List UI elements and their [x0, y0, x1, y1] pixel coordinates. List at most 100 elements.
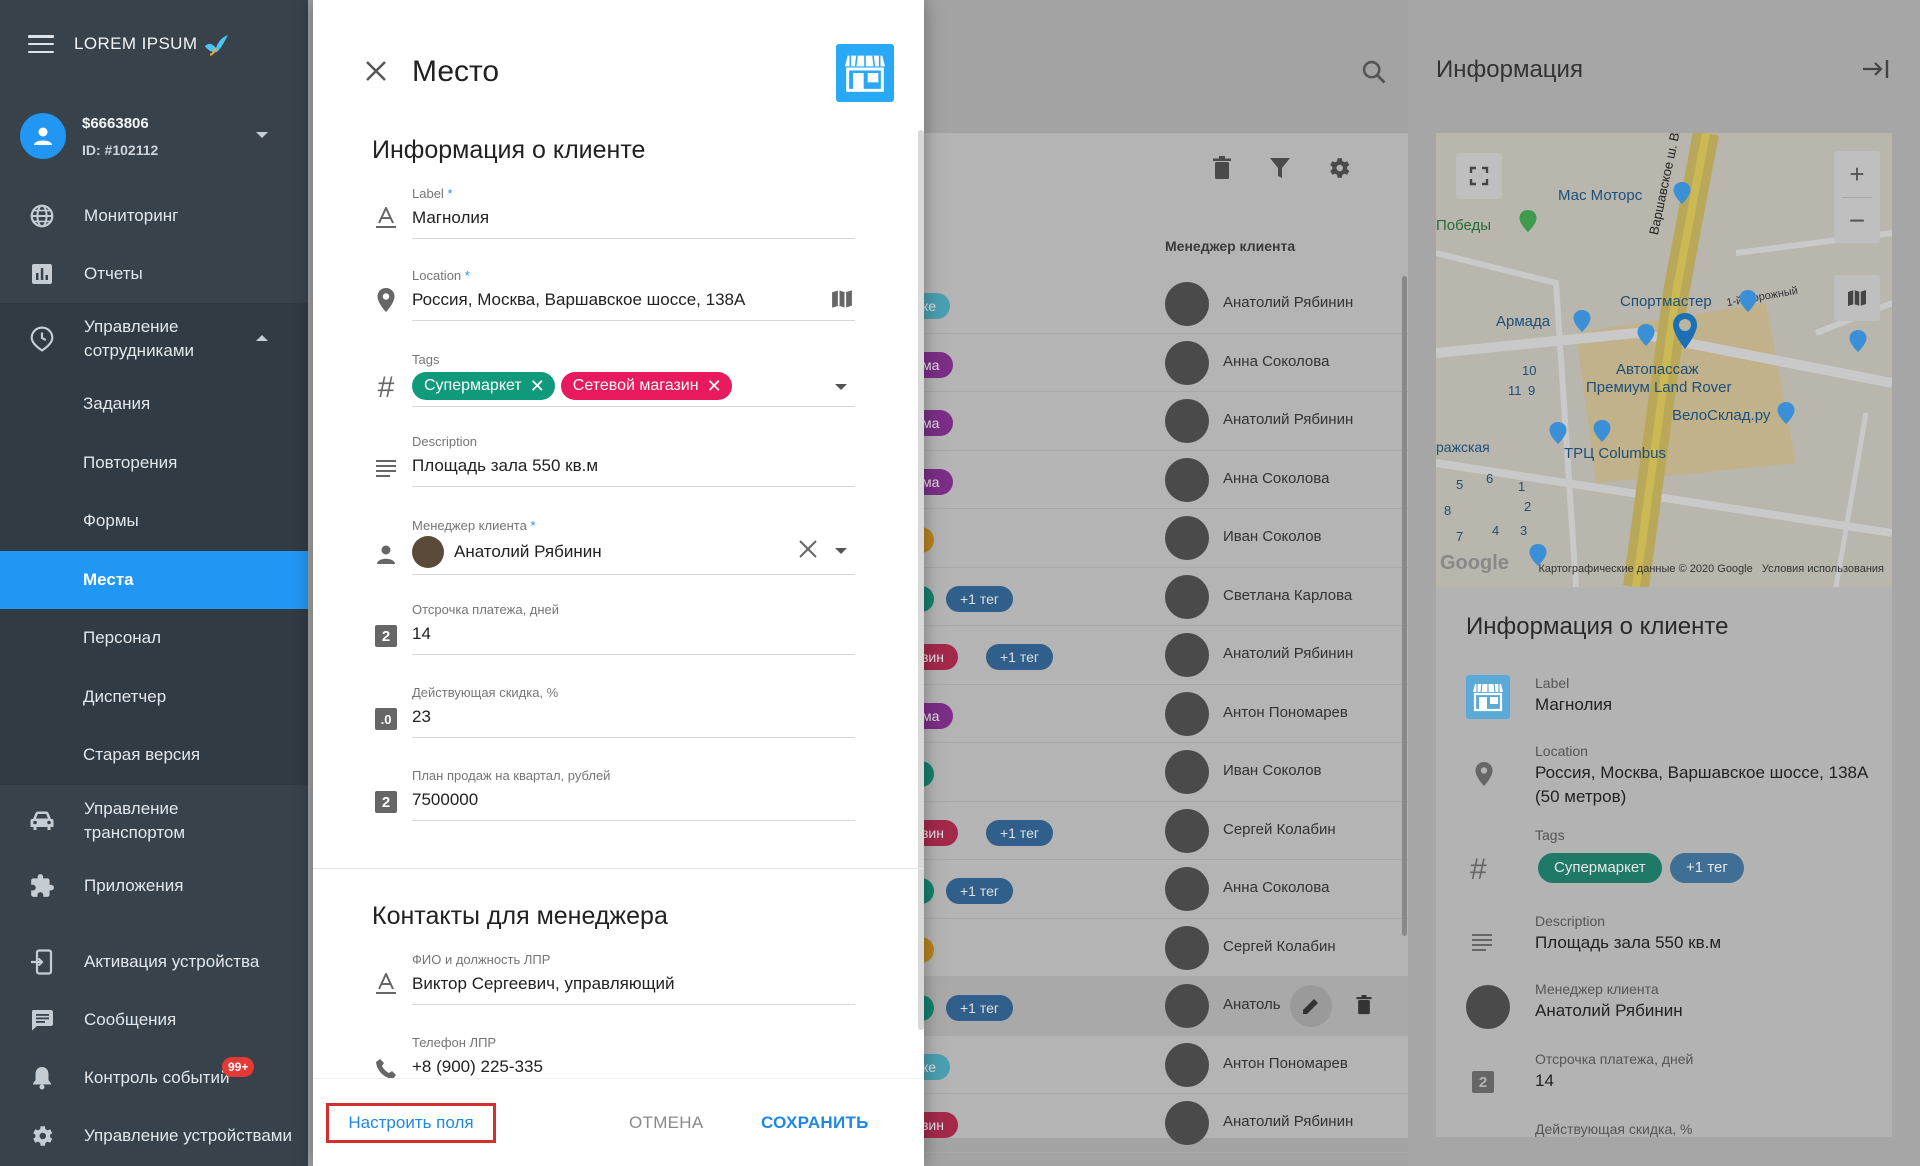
delete-icon[interactable]: [1210, 155, 1234, 186]
manager-field[interactable]: Менеджер клиента * Анатолий Рябинин: [372, 518, 855, 588]
payment-delay-field[interactable]: 2 Отсрочка платежа, дней 14: [372, 602, 855, 672]
table-scrollbar[interactable]: [1402, 276, 1407, 936]
configure-fields-button[interactable]: Настроить поля: [326, 1103, 496, 1143]
map-type-icon[interactable]: [1834, 275, 1880, 321]
table-row[interactable]: +1 тег Светлана Карлова: [900, 568, 1408, 626]
account-switcher[interactable]: $6663806 ID: #102112: [0, 88, 308, 184]
decision-maker-field[interactable]: ФИО и должность ЛПР Виктор Сергеевич, уп…: [372, 952, 855, 1022]
place-pin-icon[interactable]: [1592, 419, 1612, 443]
table-row[interactable]: ке Антон Пономарев: [908, 1036, 1408, 1094]
payment-delay-value[interactable]: 14: [412, 624, 431, 644]
manager-name: Анатоль: [1223, 996, 1281, 1013]
sales-plan-field[interactable]: 2 План продаж на квартал, рублей 7500000: [372, 768, 855, 838]
sidebar-item-staff[interactable]: Управление сотрудниками: [0, 303, 308, 375]
label-field[interactable]: Label * Магнолия: [372, 186, 855, 256]
manager-name: Иван Соколов: [1223, 528, 1322, 545]
sidebar-item-transport[interactable]: Управление транспортом: [0, 785, 308, 857]
sidebar-item-devices[interactable]: Управление устройствами: [0, 1107, 308, 1165]
sidebar-item-activation[interactable]: Активация устройства: [0, 933, 308, 991]
filter-icon[interactable]: [1268, 155, 1292, 186]
clear-icon[interactable]: [799, 540, 817, 563]
map-terms-link[interactable]: Условия использования: [1762, 563, 1884, 575]
table-row[interactable]: ма Анатолий Рябинин: [908, 392, 1408, 451]
table-row[interactable]: зин Анатолий Рябинин: [908, 1094, 1408, 1153]
sidebar-subitem-personnel[interactable]: Персонал: [0, 609, 308, 668]
settings-icon[interactable]: [1326, 155, 1352, 186]
zoom-out-icon[interactable]: −: [1842, 197, 1872, 243]
more-tags-chip[interactable]: +1 тег: [946, 878, 1013, 904]
sidebar-subitem-forms[interactable]: Формы: [0, 492, 308, 551]
chevron-down-icon[interactable]: [256, 132, 268, 138]
table-row[interactable]: ма Анна Соколова: [908, 451, 1408, 509]
chevron-down-icon[interactable]: [835, 384, 847, 390]
delete-icon[interactable]: [1354, 993, 1374, 1022]
chevron-up-icon[interactable]: [256, 335, 268, 341]
more-tags-chip[interactable]: +1 тег: [1670, 853, 1744, 883]
manager-value[interactable]: Анатолий Рябинин: [454, 542, 602, 562]
table-row[interactable]: зин +1 тег Анатолий Рябинин: [908, 626, 1408, 685]
dialog-scrollbar[interactable]: [918, 130, 924, 1030]
info-row-delay: 2 Отсрочка платежа, дней 14: [1436, 1045, 1892, 1105]
zoom-in-icon[interactable]: +: [1849, 151, 1864, 197]
table-row[interactable]: зин +1 тег Сергей Колабин: [908, 802, 1408, 860]
table-row[interactable]: ке Анатолий Рябинин: [908, 275, 1408, 334]
place-pin-icon[interactable]: [1776, 401, 1796, 425]
sidebar-item-reports[interactable]: Отчеты: [0, 245, 308, 303]
table-row[interactable]: Сергей Колабин: [900, 919, 1408, 977]
sidebar-subitem-places[interactable]: Места: [0, 550, 308, 609]
location-map[interactable]: Мас Моторс Победы Варшавское ш. Вл Спорт…: [1436, 133, 1892, 587]
place-pin-icon[interactable]: [1548, 421, 1568, 445]
map-icon[interactable]: [831, 288, 853, 315]
label-value[interactable]: Магнолия: [412, 208, 489, 228]
tag-chip-supermarket: Супермаркет ✕: [412, 372, 555, 400]
remove-tag-icon[interactable]: ✕: [707, 377, 722, 395]
sales-plan-value[interactable]: 7500000: [412, 790, 478, 810]
selected-location-pin-icon[interactable]: [1670, 311, 1700, 351]
table-row[interactable]: +1 тег Анатоль: [900, 977, 1408, 1036]
table-row[interactable]: ма Антон Пономарев: [908, 685, 1408, 743]
place-pin-icon[interactable]: [1636, 323, 1656, 347]
discount-value[interactable]: 23: [412, 707, 431, 727]
place-pin-icon[interactable]: [1848, 329, 1868, 353]
tags-field[interactable]: # Tags Супермаркет ✕ Сетевой магазин ✕: [372, 352, 855, 422]
remove-tag-icon[interactable]: ✕: [530, 377, 545, 395]
chevron-down-icon[interactable]: [835, 548, 847, 554]
discount-field[interactable]: .0 Действующая скидка, % 23: [372, 685, 855, 755]
table-row[interactable]: Иван Соколов: [900, 509, 1408, 568]
table-row[interactable]: ма Анна Соколова: [908, 334, 1408, 392]
decision-maker-value[interactable]: Виктор Сергеевич, управляющий: [412, 974, 675, 994]
sidebar-subitem-old-version[interactable]: Старая версия: [0, 726, 308, 785]
store-type-icon[interactable]: [836, 44, 894, 102]
save-button[interactable]: СОХРАНИТЬ: [761, 1113, 869, 1133]
cancel-button[interactable]: ОТМЕНА: [629, 1113, 704, 1133]
description-field[interactable]: Description Площадь зала 550 кв.м: [372, 434, 855, 504]
section-divider: [313, 868, 924, 869]
close-icon[interactable]: [365, 60, 387, 87]
sidebar-subitem-tasks[interactable]: Задания: [0, 375, 308, 434]
place-pin-icon[interactable]: [1572, 309, 1592, 333]
sidebar-item-events[interactable]: Контроль событий 99+: [0, 1049, 308, 1107]
edit-icon[interactable]: [1290, 985, 1332, 1027]
location-value[interactable]: Россия, Москва, Варшавское шоссе, 138А: [412, 290, 745, 310]
menu-icon[interactable]: [28, 35, 54, 53]
description-value[interactable]: Площадь зала 550 кв.м: [412, 456, 598, 476]
fullscreen-icon[interactable]: [1456, 153, 1502, 199]
place-pin-icon[interactable]: [1738, 289, 1758, 313]
location-field[interactable]: Location * Россия, Москва, Варшавское шо…: [372, 268, 855, 338]
sidebar-item-monitoring[interactable]: Мониторинг: [0, 187, 308, 245]
column-header-manager[interactable]: Менеджер клиента: [1165, 238, 1295, 254]
collapse-panel-icon[interactable]: [1862, 58, 1890, 85]
decision-maker-phone-value[interactable]: +8 (900) 225-335: [412, 1057, 543, 1077]
sidebar-subitem-dispatcher[interactable]: Диспетчер: [0, 668, 308, 727]
place-pin-icon[interactable]: [1672, 181, 1692, 205]
table-row[interactable]: +1 тег Анна Соколова: [900, 860, 1408, 919]
search-icon[interactable]: [1360, 58, 1388, 91]
more-tags-chip[interactable]: +1 тег: [946, 585, 1013, 612]
sidebar-item-apps[interactable]: Приложения: [0, 857, 308, 915]
sidebar-item-messages[interactable]: Сообщения: [0, 991, 308, 1049]
more-tags-chip[interactable]: +1 тег: [946, 995, 1013, 1021]
table-row[interactable]: Иван Соколов: [900, 743, 1408, 802]
more-tags-chip[interactable]: +1 тег: [986, 819, 1053, 846]
sidebar-subitem-repeats[interactable]: Повторения: [0, 434, 308, 493]
more-tags-chip[interactable]: +1 тег: [986, 644, 1053, 670]
